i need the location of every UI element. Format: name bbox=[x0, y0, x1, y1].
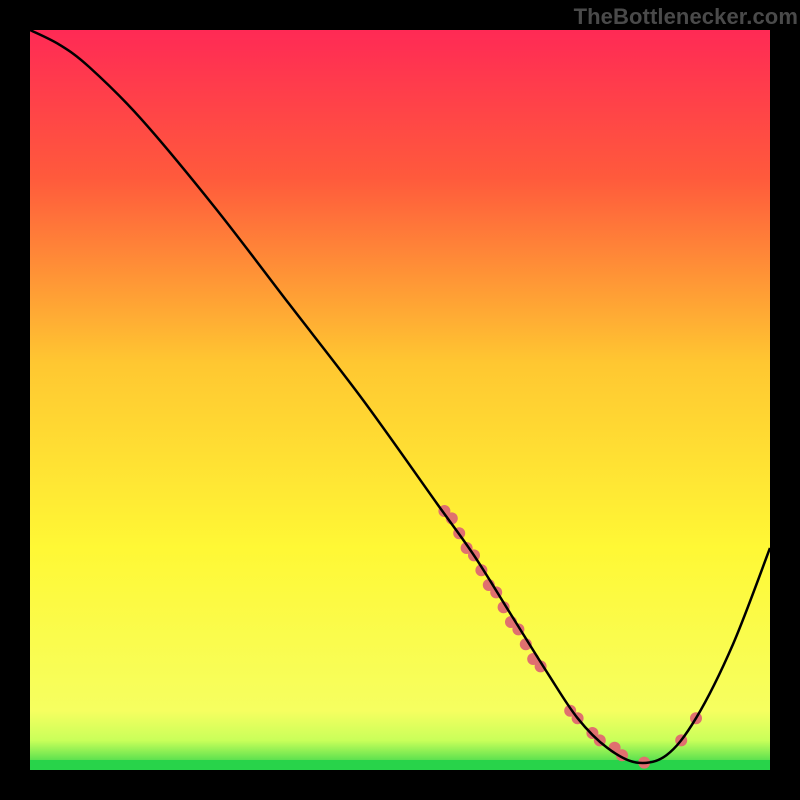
green-band bbox=[30, 760, 770, 770]
chart-svg bbox=[30, 30, 770, 770]
bottleneck-curve bbox=[30, 30, 770, 763]
chart-container: TheBottlenecker.com bbox=[0, 0, 800, 800]
plot-area bbox=[30, 30, 770, 770]
highlight-dots bbox=[438, 505, 702, 769]
watermark-text: TheBottlenecker.com bbox=[574, 4, 798, 30]
